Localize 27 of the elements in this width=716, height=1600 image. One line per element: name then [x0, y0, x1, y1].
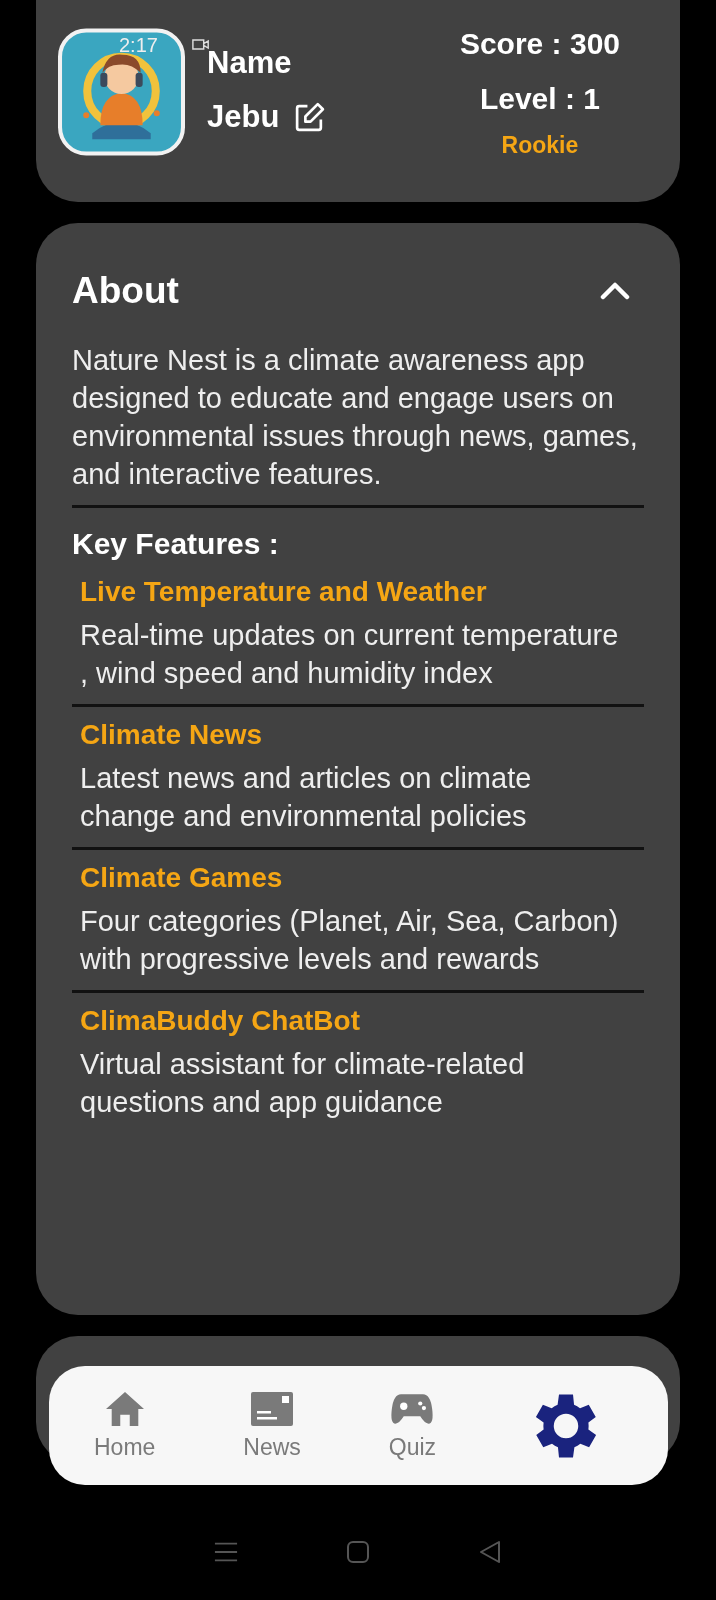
- about-title: About: [72, 271, 179, 311]
- score-text: Score : 300: [459, 28, 620, 60]
- feature-description: Real-time updates on current temperature , wind speed and humidity index: [80, 618, 620, 691]
- status-time: 2:17: [119, 34, 158, 57]
- chevron-icon[interactable]: [600, 282, 630, 300]
- feature-description: Virtual assistant for climate-related questions and app guidance: [80, 1047, 526, 1120]
- feature-title: ClimaBuddy ChatBot: [80, 1004, 361, 1038]
- feature-title: Live Temperature and Weather: [80, 575, 488, 609]
- nav-tab[interactable]: News: [243, 1390, 301, 1461]
- name-label: Name: [207, 46, 293, 80]
- feature-title: Climate Games: [80, 861, 284, 895]
- home-square-icon[interactable]: [346, 1540, 370, 1564]
- feature-title: Climate News: [80, 718, 264, 752]
- about-description: Nature Nest is a climate awareness app designed to educate and engage users on environmental issues through news, games, and interactive features.: [72, 343, 639, 492]
- menu-icon[interactable]: [214, 1540, 238, 1564]
- user-name: Jebu: [207, 100, 280, 134]
- video-camera-icon: [192, 38, 210, 51]
- newspaper-icon: [250, 1390, 295, 1428]
- nav-tab[interactable]: Home: [94, 1390, 156, 1461]
- nav-tab[interactable]: Quiz: [388, 1390, 437, 1461]
- level-text: Level : 1: [479, 82, 600, 116]
- features-heading: Key Features :: [72, 526, 280, 562]
- feature-description: Latest news and articles on climate change and environmental policies: [80, 761, 533, 834]
- rank-text: Rookie: [501, 132, 579, 159]
- feature-description: Four categories (Planet, Air, Sea, Carbon) with progressive levels and rewards: [80, 904, 620, 977]
- edit-icon[interactable]: [293, 100, 327, 134]
- back-icon[interactable]: [478, 1540, 502, 1564]
